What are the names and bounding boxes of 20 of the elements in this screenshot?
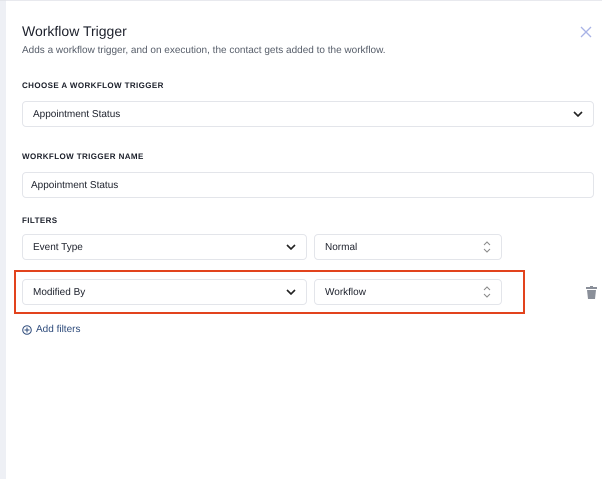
chevron-icon <box>573 111 583 117</box>
add-filters-link[interactable]: Add filters <box>22 324 594 335</box>
trigger-name-field[interactable]: Appointment Status <box>22 172 594 198</box>
trigger-select[interactable]: Appointment Status <box>22 101 594 127</box>
chevron-icon <box>286 244 296 250</box>
trash-icon[interactable] <box>586 286 597 298</box>
updown-icon <box>483 241 491 253</box>
section-label: CHOOSE A WORKFLOW TRIGGER <box>22 81 165 90</box>
close-icon[interactable] <box>580 26 592 38</box>
filter-field-select[interactable]: Modified By <box>22 279 307 305</box>
filter-value-select[interactable]: Workflow <box>314 279 502 305</box>
updown-icon <box>483 286 491 298</box>
filter-value-select[interactable]: Normal <box>314 234 502 260</box>
section-label: WORKFLOW TRIGGER NAME <box>22 152 145 161</box>
chevron-icon <box>286 289 296 295</box>
panel-description: Adds a workflow trigger, and on execution, the contact gets added to the workflow. <box>22 45 386 56</box>
panel-title: Workflow Trigger <box>22 23 128 39</box>
filter-field-select[interactable]: Event Type <box>22 234 307 260</box>
plus-circle-icon <box>22 324 32 334</box>
section-label: FILTERS <box>22 216 59 225</box>
